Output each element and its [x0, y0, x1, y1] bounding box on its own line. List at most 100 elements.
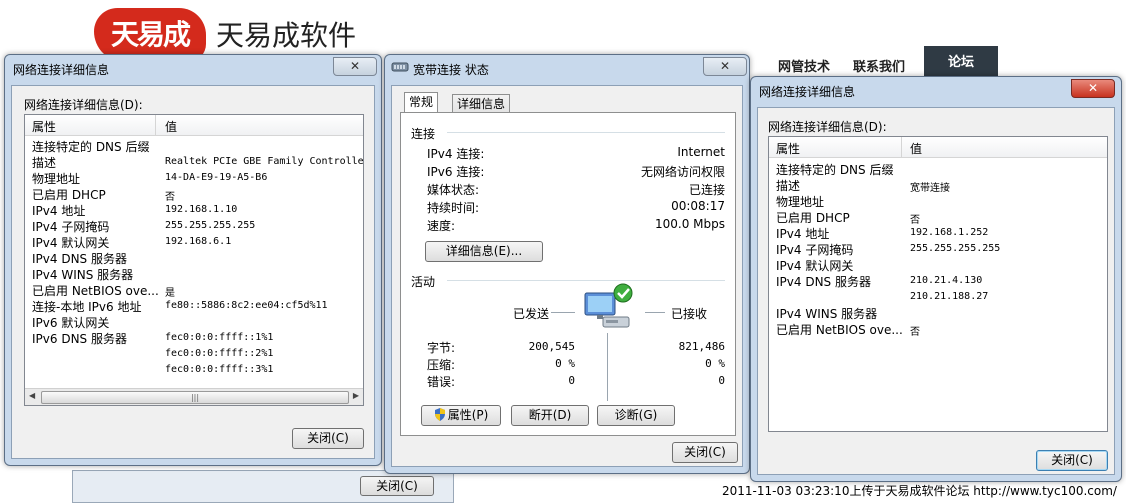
row-property: IPv4 WINS 服务器 [32, 268, 134, 282]
dialog-title: 网络连接详细信息 [13, 63, 110, 77]
row-property: IPv4 DNS 服务器 [32, 252, 127, 266]
row-value: 192.168.1.252 [910, 227, 989, 238]
column-header-value[interactable]: 值 [910, 140, 922, 157]
close-button[interactable]: 关闭(C) [1036, 450, 1108, 471]
dialog-client: 网络连接详细信息(D): 属性 值 连接特定的 DNS 后缀 描述 Realtek … [11, 85, 375, 459]
column-divider[interactable] [901, 137, 902, 157]
row-value: 210.21.4.130 [910, 275, 983, 286]
list-row[interactable]: fec0:0:0:ffff::2%1 [25, 346, 363, 362]
connection-row-label: 媒体状态: [427, 183, 480, 197]
title-bar[interactable]: 网络连接详细信息 ✕ [751, 77, 1121, 103]
list-row[interactable]: 物理地址 [769, 193, 1107, 209]
details-listview[interactable]: 属性 值 连接特定的 DNS 后缀 描述 Realtek PCIe GBE Fami… [24, 114, 364, 406]
scroll-left-icon[interactable]: ◀ [29, 391, 35, 400]
tab-details[interactable]: 详细信息 [452, 94, 511, 113]
activity-received-value: 0 % [705, 357, 725, 370]
row-property: IPv6 DNS 服务器 [32, 332, 127, 346]
connection-row-value: 100.0 Mbps [654, 217, 725, 231]
site-logo-text: 天易成软件 [216, 19, 357, 52]
list-row[interactable]: IPv4 子网掩码 255.255.255.255 [25, 218, 363, 234]
row-value: 192.168.1.10 [165, 204, 238, 215]
section-divider [447, 132, 725, 133]
close-window-button[interactable]: ✕ [1071, 79, 1115, 98]
row-property: 连接特定的 DNS 后缀 [32, 140, 150, 154]
background-close-button[interactable]: 关闭(C) [360, 476, 434, 496]
nav-item-network-tech[interactable]: 网管技术 [778, 56, 830, 75]
list-row[interactable]: 已启用 DHCP 否 [25, 186, 363, 203]
network-details-dialog-left: 网络连接详细信息 ✕ 网络连接详细信息(D): 属性 值 连接特定的 DNS 后… [4, 54, 382, 466]
column-header-property[interactable]: 属性 [776, 140, 800, 157]
details-list-label: 网络连接详细信息(D): [768, 120, 887, 134]
nav-item-contact[interactable]: 联系我们 [853, 56, 905, 75]
connection-row-label: IPv6 连接: [427, 165, 485, 179]
close-button[interactable]: 关闭(C) [672, 442, 738, 463]
list-row[interactable]: 210.21.188.27 [769, 289, 1107, 305]
list-row[interactable]: IPv4 DNS 服务器 [25, 250, 363, 266]
list-row[interactable]: IPv6 默认网关 [25, 314, 363, 330]
list-row[interactable]: IPv4 默认网关 192.168.6.1 [25, 234, 363, 250]
list-row[interactable]: IPv4 地址 192.168.1.10 [25, 202, 363, 218]
list-row[interactable]: IPv4 地址 192.168.1.252 [769, 225, 1107, 241]
list-row[interactable]: IPv4 默认网关 [769, 257, 1107, 273]
list-row[interactable]: IPv4 DNS 服务器 210.21.4.130 [769, 273, 1107, 289]
activity-row-label: 压缩: [427, 358, 456, 372]
list-row[interactable]: 描述 Realtek PCIe GBE Family Controlle [25, 154, 363, 170]
horizontal-scrollbar[interactable]: ◀ ||| ▶ [25, 388, 363, 405]
row-value: 210.21.188.27 [910, 291, 989, 302]
close-window-button[interactable]: ✕ [703, 57, 747, 76]
column-header-property[interactable]: 属性 [32, 118, 56, 135]
dialog-client: 常规 详细信息 连接 IPv4 连接: Internet IPv6 连接: 无网络访问… [391, 85, 743, 467]
row-property: IPv4 地址 [32, 204, 86, 218]
close-button[interactable]: 关闭(C) [292, 428, 364, 449]
properties-button-label: 属性(P) [447, 408, 489, 422]
list-row[interactable]: 已启用 NetBIOS ove... 是 [25, 282, 363, 299]
activity-line-right [645, 312, 665, 313]
column-header-value[interactable]: 值 [165, 118, 177, 135]
scroll-thumb[interactable]: ||| [41, 391, 349, 404]
connection-row-label: 速度: [427, 219, 456, 233]
list-header: 属性 值 [25, 115, 363, 136]
row-property: IPv4 子网掩码 [776, 243, 854, 257]
list-row[interactable]: IPv4 WINS 服务器 [769, 305, 1107, 321]
row-property: IPv4 DNS 服务器 [776, 275, 871, 289]
column-divider[interactable] [155, 115, 156, 135]
list-row[interactable]: 物理地址 14-DA-E9-19-A5-B6 [25, 170, 363, 186]
list-row[interactable]: 描述 宽带连接 [769, 177, 1107, 194]
activity-sent-value: 0 % [555, 357, 575, 370]
network-details-dialog-right: 网络连接详细信息 ✕ 网络连接详细信息(D): 属性 值 连接特定的 DNS 后… [750, 76, 1122, 482]
list-row[interactable]: IPv4 子网掩码 255.255.255.255 [769, 241, 1107, 257]
title-bar[interactable]: 宽带连接 状态 ✕ [385, 55, 749, 81]
received-label: 已接收 [671, 307, 708, 321]
activity-row-label: 字节: [427, 341, 456, 355]
row-property: IPv4 WINS 服务器 [776, 307, 878, 321]
properties-button[interactable]: 属性(P) [421, 405, 501, 426]
row-property: 已启用 DHCP [32, 188, 106, 202]
row-value: fec0:0:0:ffff::2%1 [165, 348, 274, 359]
row-property: 连接特定的 DNS 后缀 [776, 163, 894, 177]
row-property: 描述 [32, 156, 57, 170]
row-property: IPv4 默认网关 [32, 236, 110, 250]
details-button[interactable]: 详细信息(E)... [425, 241, 543, 262]
activity-section-heading: 活动 [411, 275, 436, 289]
list-row[interactable]: 连接-本地 IPv6 地址 fe80::5886:8c2:ee04:cf5d%11 [25, 298, 363, 314]
title-bar[interactable]: 网络连接详细信息 ✕ [5, 55, 381, 81]
close-window-button[interactable]: ✕ [333, 57, 377, 76]
row-value: fe80::5886:8c2:ee04:cf5d%11 [165, 300, 328, 311]
scroll-right-icon[interactable]: ▶ [353, 391, 359, 400]
list-row[interactable]: 已启用 NetBIOS ove... 否 [769, 321, 1107, 338]
list-row[interactable]: 已启用 DHCP 否 [769, 209, 1107, 226]
details-listview[interactable]: 属性 值 连接特定的 DNS 后缀 描述 宽带连接 物理地址 已启用 DHCP 否 IPv4… [768, 136, 1108, 432]
nav-item-forum[interactable]: 论坛 [924, 46, 998, 80]
row-property: IPv4 默认网关 [776, 259, 854, 273]
list-row[interactable]: IPv4 WINS 服务器 [25, 266, 363, 282]
row-property: 描述 [776, 179, 801, 193]
list-row[interactable]: fec0:0:0:ffff::3%1 [25, 362, 363, 378]
connection-row-value: Internet [677, 145, 725, 159]
list-row[interactable]: IPv6 DNS 服务器 fec0:0:0:ffff::1%1 [25, 330, 363, 346]
list-row[interactable]: 连接特定的 DNS 后缀 [769, 161, 1107, 177]
tab-general[interactable]: 常规 [404, 92, 439, 113]
list-row[interactable]: 连接特定的 DNS 后缀 [25, 138, 363, 154]
disconnect-button[interactable]: 断开(D) [511, 405, 589, 426]
row-value: fec0:0:0:ffff::3%1 [165, 364, 274, 375]
diagnose-button[interactable]: 诊断(G) [597, 405, 675, 426]
